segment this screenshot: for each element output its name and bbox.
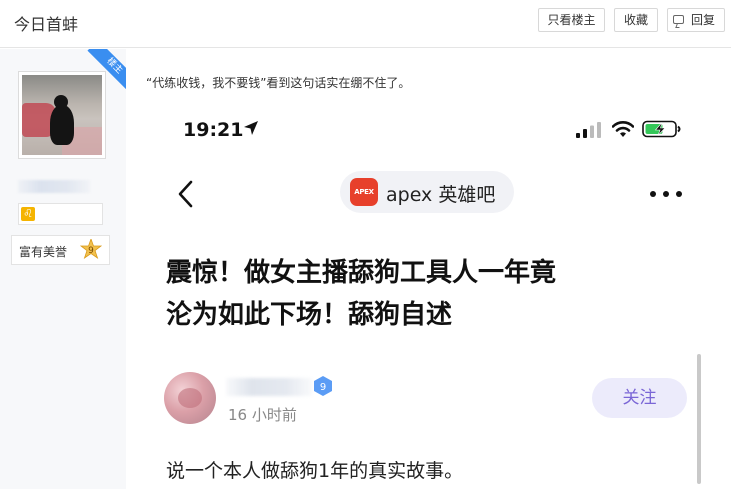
embedded-title-line-2: 沦为如此下场！舔狗自述 [166,300,453,330]
follow-button[interactable]: 关注 [592,378,687,418]
forum-name-pill[interactable]: APEX apex 英雄吧 [340,171,514,213]
embedded-post-body: 说一个本人做舔狗1年的真实故事。 [166,460,464,482]
thread-header: 今日首蚌 只看楼主 收藏 回复 [0,0,731,48]
blurred-username[interactable] [18,180,90,193]
comment-icon [673,15,684,24]
user-avatar[interactable] [18,71,106,159]
only-op-button[interactable]: 只看楼主 [538,8,605,32]
scrollbar-thumb[interactable] [697,354,701,484]
favorite-button[interactable]: 收藏 [614,8,658,32]
thread-title: 今日首蚌 [14,15,79,34]
user-info-panel: 楼主 ♌ 富有美誉 9 [0,49,126,489]
zodiac-badge[interactable]: ♌ [18,203,103,225]
back-chevron-icon[interactable] [176,180,196,208]
status-time: 19:21 [183,119,244,141]
apex-logo-icon: APEX [350,178,378,206]
honor-badge[interactable]: 富有美誉 9 [11,235,110,265]
level-number: 9 [88,246,94,256]
avatar-image [22,75,102,155]
reply-button[interactable]: 回复 [667,8,725,32]
embedded-post-title: 震惊！做女主播舔狗工具人一年竟 沦为如此下场！舔狗自述 [166,252,686,336]
author-level-number: 9 [320,382,326,393]
level-star-icon: 9 [80,239,102,260]
post-time: 16 小时前 [228,406,297,424]
battery-charging-icon [642,120,681,138]
more-options-icon[interactable] [649,190,683,198]
wifi-icon [612,121,634,137]
embedded-title-line-1: 震惊！做女主播舔狗工具人一年竟 [166,258,557,288]
author-level-badge: 9 [314,376,332,396]
reply-button-label: 回复 [690,13,715,27]
author-avatar[interactable] [164,372,216,424]
leo-zodiac-icon: ♌ [21,207,35,221]
post-text: “代练收钱，我不要钱”看到这句话实在绷不住了。 [146,76,411,90]
forum-name: apex 英雄吧 [386,184,496,206]
embedded-screenshot[interactable]: 19:21 APEX apex 英雄吧 震惊！做女主播舔狗工具人一年竟 沦为如此… [140,98,720,489]
honor-label: 富有美誉 [19,245,68,259]
location-arrow-icon [244,121,258,135]
blurred-author-name[interactable] [226,378,312,396]
cellular-signal-icon [576,122,601,138]
